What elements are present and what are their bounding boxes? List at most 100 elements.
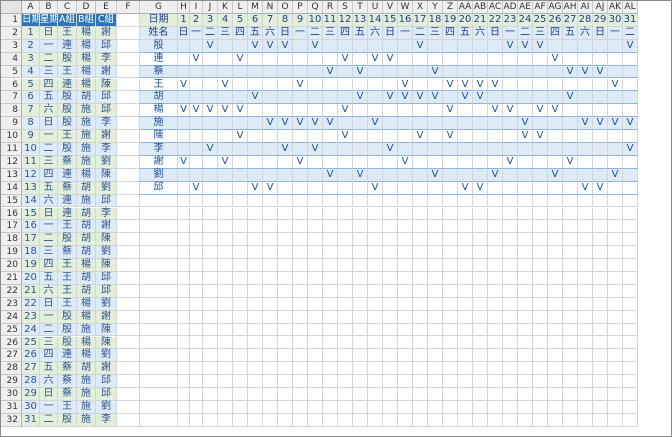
weekday-cell[interactable]: 五 [40,362,58,376]
grid-cell[interactable] [353,362,368,376]
grid-cell[interactable] [203,233,218,247]
weekday-header-cell[interactable]: 日 [178,26,190,40]
group-cell[interactable]: 楊 [77,39,96,53]
empty-mark-cell[interactable] [218,143,233,156]
empty-mark-cell[interactable] [353,52,368,66]
grid-cell[interactable] [413,259,428,272]
grid-cell[interactable] [533,194,548,208]
grid-cell[interactable] [593,401,608,414]
grid-cell[interactable] [218,259,233,272]
row-header-19[interactable]: 19 [1,246,22,260]
grid-cell[interactable] [578,272,593,285]
grid-cell[interactable] [563,272,578,285]
grid-cell[interactable] [533,297,548,311]
empty-mark-cell[interactable] [563,104,578,118]
group-cell[interactable]: 殷 [58,117,77,131]
empty-mark-cell[interactable] [178,52,190,66]
duty-mark-cell[interactable]: V [518,130,533,143]
grid-cell[interactable] [398,194,413,208]
grid-cell[interactable] [413,194,428,208]
empty-mark-cell[interactable] [548,39,563,53]
group-cell[interactable]: 劉 [96,297,117,311]
column-header-AE[interactable]: AE [518,1,533,14]
empty-mark-cell[interactable] [473,52,488,66]
grid-cell[interactable] [233,362,248,376]
grid-cell[interactable] [398,310,413,324]
grid-cell[interactable] [578,323,593,337]
grid-cell[interactable] [338,388,353,401]
grid-cell[interactable] [548,310,563,324]
duty-mark-cell[interactable]: V [608,168,623,182]
grid-cell[interactable] [353,375,368,389]
duty-mark-cell[interactable]: V [353,91,368,105]
weekday-header-cell[interactable]: 六 [368,26,383,40]
empty-mark-cell[interactable] [548,117,563,131]
empty-mark-cell[interactable] [190,117,203,131]
grid-cell[interactable] [218,362,233,376]
grid-cell[interactable] [443,297,458,311]
group-cell[interactable]: 陳 [96,259,117,272]
grid-cell[interactable] [323,259,338,272]
grid-cell[interactable] [203,401,218,414]
group-cell[interactable]: 施 [77,194,96,208]
left-table-header[interactable]: C組 [96,14,117,27]
grid-cell[interactable] [593,336,608,350]
empty-mark-cell[interactable] [608,91,623,105]
grid-cell[interactable] [533,336,548,350]
grid-cell[interactable] [117,272,140,285]
grid-cell[interactable] [353,259,368,272]
group-cell[interactable]: 殷 [58,233,77,247]
day-number-cell[interactable]: 12 [338,14,353,27]
grid-cell[interactable] [428,401,443,414]
grid-cell[interactable] [178,284,190,298]
group-cell[interactable]: 胡 [77,91,96,105]
grid-cell[interactable] [548,323,563,337]
empty-mark-cell[interactable] [178,143,190,156]
grid-cell[interactable] [518,349,533,363]
duty-mark-cell[interactable]: V [428,65,443,79]
empty-mark-cell[interactable] [413,155,428,169]
grid-cell[interactable] [218,413,233,427]
grid-cell[interactable] [203,413,218,427]
empty-mark-cell[interactable] [503,168,518,182]
grid-cell[interactable] [398,272,413,285]
grid-cell[interactable] [140,194,178,208]
empty-mark-cell[interactable] [383,155,398,169]
grid-cell[interactable] [278,194,293,208]
empty-mark-cell[interactable] [458,130,473,143]
grid-cell[interactable] [338,375,353,389]
grid-cell[interactable] [428,246,443,260]
empty-mark-cell[interactable] [383,117,398,131]
duty-mark-cell[interactable]: V [488,168,503,182]
duty-mark-cell[interactable]: V [338,130,353,143]
grid-cell[interactable] [117,181,140,195]
empty-mark-cell[interactable] [368,168,383,182]
day-number-cell[interactable]: 30 [608,14,623,27]
group-cell[interactable]: 連 [58,168,77,182]
duty-mark-cell[interactable]: V [178,104,190,118]
grid-cell[interactable] [117,91,140,105]
group-cell[interactable]: 陳 [96,233,117,247]
grid-cell[interactable] [368,375,383,389]
grid-cell[interactable] [488,323,503,337]
column-header-AD[interactable]: AD [503,1,518,14]
grid-cell[interactable] [578,375,593,389]
person-name-cell[interactable]: 王 [140,78,178,92]
grid-cell[interactable] [548,297,563,311]
empty-mark-cell[interactable] [578,168,593,182]
grid-cell[interactable] [473,284,488,298]
empty-mark-cell[interactable] [593,78,608,92]
grid-cell[interactable] [458,375,473,389]
column-header-AB[interactable]: AB [473,1,488,14]
empty-mark-cell[interactable] [518,168,533,182]
grid-cell[interactable] [473,233,488,247]
grid-cell[interactable] [593,323,608,337]
weekday-cell[interactable]: 五 [40,91,58,105]
group-cell[interactable]: 殷 [58,323,77,337]
grid-cell[interactable] [178,220,190,234]
duty-mark-cell[interactable]: V [413,39,428,53]
grid-cell[interactable] [233,336,248,350]
weekday-header-cell[interactable]: 五 [563,26,578,40]
grid-cell[interactable] [608,259,623,272]
date-cell[interactable]: 21 [22,284,40,298]
